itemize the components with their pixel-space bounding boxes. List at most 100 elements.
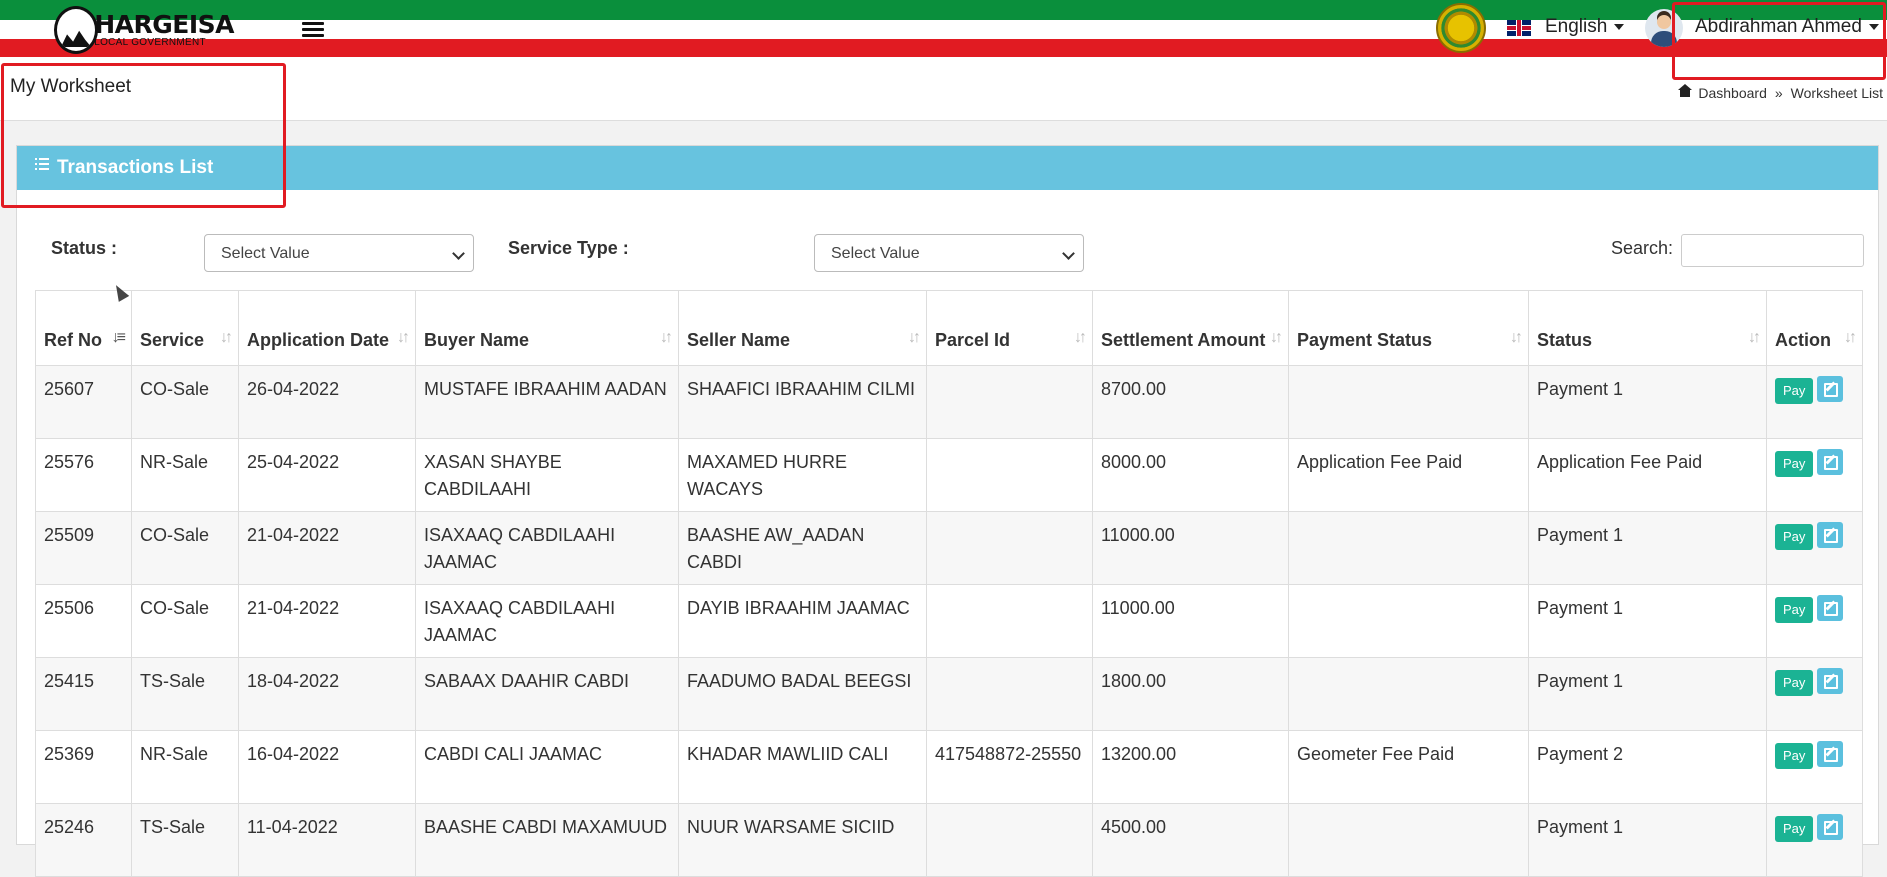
flag-stripe-red [0,39,1887,57]
logo[interactable]: HARGEISA LOCAL GOVERNMENT [54,6,234,54]
cell-buyer: XASAN SHAYBE CABDILAAHI [415,438,679,512]
menu-toggle-icon[interactable] [302,22,324,38]
pay-button[interactable]: Pay [1775,597,1814,623]
cell-status: Payment 1 [1528,657,1767,731]
cell-parcel [926,584,1093,658]
uk-flag-icon [1507,20,1531,36]
cell-parcel: 417548872-25550 [926,730,1093,804]
table-row: 25246 TS-Sale 11-04-2022 BAASHE CABDI MA… [35,803,1863,877]
pay-button[interactable]: Pay [1775,670,1814,696]
breadcrumb: Dashboard » Worksheet List [1678,84,1883,101]
cell-ref: 25506 [35,584,132,658]
cell-payment-status [1288,511,1529,585]
transactions-table: Ref No ↓≡ Service ↓↑ Application Date ↓↑ Bu… [35,290,1863,877]
column-header-seller-name[interactable]: Seller Name ↓↑ [678,290,927,366]
status-filter-select[interactable]: Select Value [204,234,474,272]
cell-action: Pay [1766,584,1863,658]
cell-date: 11-04-2022 [238,803,416,877]
panel-header: Transactions List [17,146,1878,190]
cell-status: Payment 1 [1528,511,1767,585]
edit-icon[interactable] [1817,741,1844,767]
edit-icon[interactable] [1817,668,1844,694]
pay-button[interactable]: Pay [1775,743,1814,769]
search-input[interactable] [1681,234,1864,267]
cell-date: 26-04-2022 [238,365,416,439]
edit-icon[interactable] [1817,376,1844,402]
language-label: English [1545,16,1608,37]
cell-action: Pay [1766,438,1863,512]
breadcrumb-dashboard[interactable]: Dashboard [1698,85,1767,101]
table-row: 25506 CO-Sale 21-04-2022 ISAXAAQ CABDILA… [35,584,1863,658]
cell-action: Pay [1766,730,1863,804]
pay-button[interactable]: Pay [1775,524,1814,550]
page-title: My Worksheet [10,76,132,97]
cell-status: Application Fee Paid [1528,438,1767,512]
column-header-parcel-id[interactable]: Parcel Id ↓↑ [926,290,1093,366]
pay-button[interactable]: Pay [1775,378,1814,404]
cell-buyer: SABAAX DAAHIR CABDI [415,657,679,731]
panel-title: Transactions List [57,157,214,178]
cell-payment-status [1288,803,1529,877]
logo-subtitle: LOCAL GOVERNMENT [94,37,206,48]
edit-icon[interactable] [1817,449,1844,475]
edit-icon[interactable] [1817,595,1844,621]
column-header-service[interactable]: Service ↓↑ [131,290,239,366]
cell-amount: 11000.00 [1092,584,1289,658]
pay-button[interactable]: Pay [1775,451,1814,477]
page-heading-bar: My Worksheet Dashboard » Worksheet List [0,57,1887,121]
status-filter-label: Status : [51,238,118,258]
government-seal-icon [1436,3,1486,53]
column-header-ref-no[interactable]: Ref No ↓≡ [35,290,132,366]
cell-buyer: CABDI CALI JAAMAC [415,730,679,804]
cell-seller: FAADUMO BADAL BEEGSI [678,657,927,731]
cell-parcel [926,365,1093,439]
cell-seller: KHADAR MAWLIID CALI [678,730,927,804]
sort-icon: ↓↑ [1844,329,1857,346]
user-menu-dropdown[interactable]: Abdirahman Ahmed [1695,16,1879,38]
cell-action: Pay [1766,365,1863,439]
table-row: 25369 NR-Sale 16-04-2022 CABDI CALI JAAM… [35,730,1863,804]
cell-buyer: MUSTAFE IBRAAHIM AADAN [415,365,679,439]
table-header-row: Ref No ↓≡ Service ↓↑ Application Date ↓↑ Bu… [35,290,1863,366]
search-label: Search: [1611,238,1674,258]
cell-ref: 25369 [35,730,132,804]
sort-icon: ↓↑ [1270,329,1283,346]
sort-icon: ↓↑ [397,329,410,346]
cell-service: NR-Sale [131,438,239,512]
transactions-panel: Transactions List Status : Select Value … [16,145,1879,877]
column-header-status[interactable]: Status ↓↑ [1528,290,1767,366]
avatar[interactable] [1645,9,1683,47]
column-header-settlement-amount[interactable]: Settlement Amount ↓↑ [1092,290,1289,366]
cell-parcel [926,438,1093,512]
breadcrumb-separator: » [1774,85,1783,101]
column-header-action[interactable]: Action ↓↑ [1766,290,1863,366]
cell-amount: 8000.00 [1092,438,1289,512]
pay-button[interactable]: Pay [1775,816,1814,842]
column-header-payment-status[interactable]: Payment Status ↓↑ [1288,290,1529,366]
table-row: 25509 CO-Sale 21-04-2022 ISAXAAQ CABDILA… [35,511,1863,585]
user-name: Abdirahman Ahmed [1695,16,1862,37]
column-header-application-date[interactable]: Application Date ↓↑ [238,290,416,366]
column-header-buyer-name[interactable]: Buyer Name ↓↑ [415,290,679,366]
cell-parcel [926,657,1093,731]
edit-icon[interactable] [1817,814,1844,840]
cell-amount: 8700.00 [1092,365,1289,439]
cell-date: 21-04-2022 [238,511,416,585]
edit-icon[interactable] [1817,522,1844,548]
logo-emblem-icon [54,6,99,54]
top-header: HARGEISA LOCAL GOVERNMENT English Abdira… [0,0,1887,57]
cell-ref: 25576 [35,438,132,512]
cell-ref: 25415 [35,657,132,731]
cell-buyer: BAASHE CABDI MAXAMUUD [415,803,679,877]
cell-amount: 13200.00 [1092,730,1289,804]
cell-seller: DAYIB IBRAAHIM JAAMAC [678,584,927,658]
service-type-filter-select[interactable]: Select Value [814,234,1084,272]
language-dropdown[interactable]: English [1545,16,1625,38]
cell-status: Payment 1 [1528,803,1767,877]
sort-icon: ↓↑ [908,329,921,346]
cell-date: 18-04-2022 [238,657,416,731]
cell-payment-status: Geometer Fee Paid [1288,730,1529,804]
cell-service: TS-Sale [131,803,239,877]
service-type-filter-label: Service Type : [508,238,629,258]
sort-icon: ↓↑ [1510,329,1523,346]
